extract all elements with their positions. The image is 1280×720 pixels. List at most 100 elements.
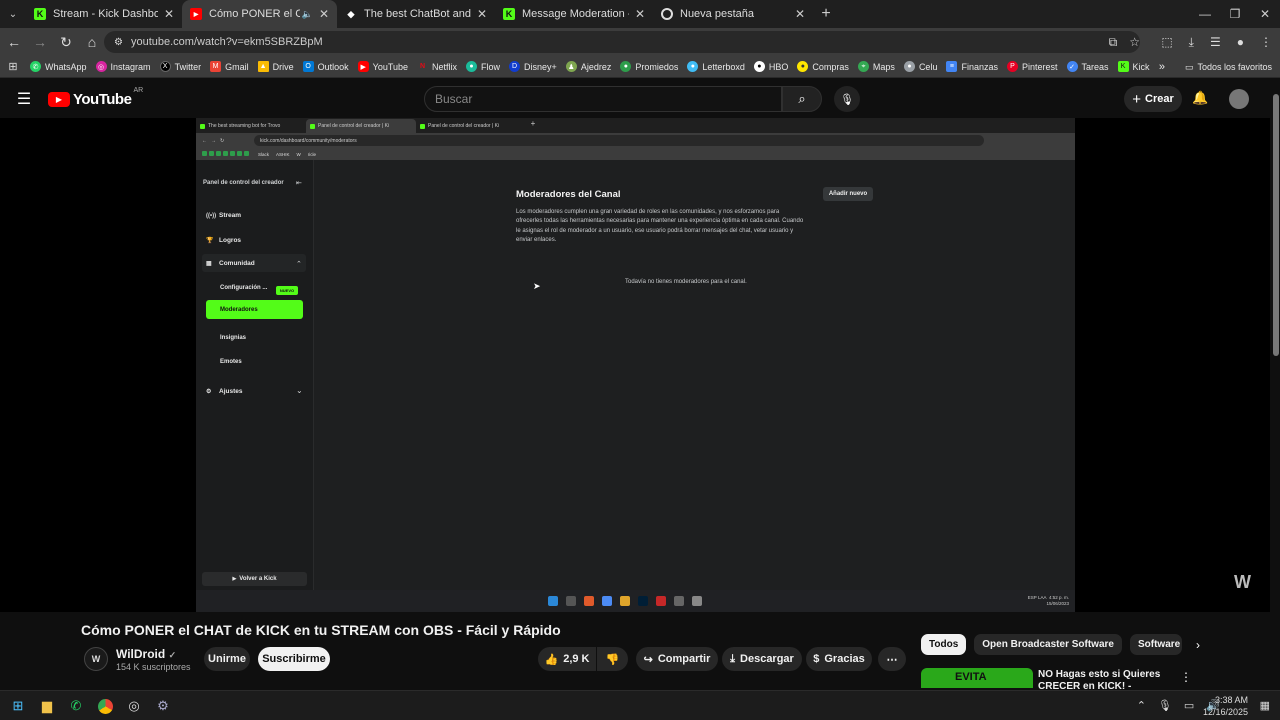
flow-icon: ● bbox=[466, 61, 478, 72]
dislike-button[interactable]: 👎 bbox=[597, 647, 628, 671]
thanks-button[interactable]: $ Gracias bbox=[806, 647, 872, 671]
close-icon[interactable]: ✕ bbox=[319, 7, 329, 21]
display-icon[interactable]: ▭ bbox=[1184, 699, 1194, 712]
install-icon[interactable]: ⧉ bbox=[1109, 35, 1118, 50]
microphone-icon[interactable]: 🎙 bbox=[1158, 699, 1172, 712]
more-vertical-icon[interactable]: ⋮ bbox=[1180, 670, 1192, 684]
home-icon[interactable]: ⌂ bbox=[80, 28, 104, 56]
bookmark-flow[interactable]: ● Flow bbox=[466, 61, 500, 72]
browser-tab[interactable]: ◆ The best ChatBot and Widgets ✕ bbox=[337, 0, 495, 28]
related-video-thumbnail[interactable]: EVITA bbox=[921, 668, 1033, 688]
settings-icon[interactable]: ⚙ bbox=[153, 696, 173, 716]
chip-software[interactable]: Software bbox=[1129, 634, 1182, 655]
chevron-right-icon[interactable]: › bbox=[1196, 638, 1200, 652]
new-tab-button[interactable]: + bbox=[813, 0, 839, 28]
forward-arrow-icon[interactable]: → bbox=[28, 28, 52, 56]
scrollbar-thumb[interactable] bbox=[1273, 94, 1279, 356]
windows-start-icon[interactable]: ⊞ bbox=[8, 696, 28, 716]
bookmark-pinterest[interactable]: P Pinterest bbox=[1006, 61, 1058, 72]
join-button[interactable]: Unirme bbox=[204, 647, 250, 671]
close-icon[interactable]: ✕ bbox=[635, 7, 645, 21]
all-bookmarks-folder[interactable]: Todos los favoritos bbox=[1197, 62, 1272, 72]
close-icon[interactable]: ✕ bbox=[477, 7, 487, 21]
page-scrollbar[interactable] bbox=[1272, 82, 1280, 690]
channel-name[interactable]: WilDroid ✓ bbox=[116, 647, 176, 661]
youtube-logo[interactable]: ▶ YouTube AR bbox=[48, 87, 143, 108]
bookmark-finanzas[interactable]: ≡ Finanzas bbox=[946, 61, 998, 72]
profile-icon[interactable]: ● bbox=[1237, 35, 1244, 49]
file-explorer-icon[interactable]: ▆ bbox=[37, 696, 57, 716]
star-icon[interactable]: ☆ bbox=[1129, 35, 1140, 49]
more-horizontal-icon: ⋯ bbox=[886, 653, 898, 666]
channel-watermark-logo[interactable]: W bbox=[1234, 572, 1251, 593]
related-video-title[interactable]: NO Hagas esto si Quieres CRECER en KICK!… bbox=[1038, 669, 1168, 689]
sidebar-item-logros: 🏆 Logros bbox=[206, 237, 241, 244]
reading-list-icon[interactable]: ☰ bbox=[1210, 35, 1221, 49]
notification-icon[interactable]: ▦ bbox=[1260, 699, 1270, 712]
obs-icon[interactable]: ◎ bbox=[124, 696, 144, 716]
bookmark-drive[interactable]: ▲ Drive bbox=[257, 61, 294, 72]
embedded-tab: The best streaming bot for Trovo bbox=[196, 119, 306, 133]
reload-icon[interactable]: ↻ bbox=[54, 28, 78, 56]
bookmark-compras[interactable]: ● Compras bbox=[797, 61, 849, 72]
bookmark-celu[interactable]: ● Celu bbox=[903, 61, 937, 72]
taskbar-clock[interactable]: 3:38 AM 12/16/2025 bbox=[1203, 694, 1248, 718]
apps-grid-icon[interactable]: ⊞ bbox=[0, 60, 26, 73]
bookmark-netflix[interactable]: N Netflix bbox=[417, 61, 457, 72]
back-arrow-icon[interactable]: ← bbox=[2, 28, 26, 56]
download-icon[interactable]: ⤓ bbox=[1189, 35, 1194, 50]
bookmark-gmail[interactable]: M Gmail bbox=[210, 61, 249, 72]
create-button[interactable]: + Crear bbox=[1124, 86, 1182, 112]
user-avatar[interactable] bbox=[1229, 89, 1249, 109]
bookmark-youtube[interactable]: ▶ YouTube bbox=[357, 61, 408, 72]
bookmark-instagram[interactable]: ◎ Instagram bbox=[95, 61, 151, 72]
bookmark-maps[interactable]: ⌖ Maps bbox=[857, 61, 895, 72]
chip-obs[interactable]: Open Broadcaster Software bbox=[974, 634, 1122, 655]
audio-icon[interactable]: 🔈 bbox=[302, 9, 313, 20]
browser-tab-active[interactable]: ▶ Cómo PONER el CHAT de K 🔈 ✕ bbox=[182, 0, 337, 28]
embedded-nav-icons: ←→↻ bbox=[202, 137, 229, 144]
subscribe-button[interactable]: Suscribirme bbox=[258, 647, 330, 671]
bookmarks-bar: ⊞ ✆ WhatsApp ◎ Instagram X Twitter M Gmail ▲… bbox=[0, 56, 1280, 78]
bookmark-kick[interactable]: K Kick bbox=[1117, 61, 1150, 72]
url-field[interactable]: ⚙ youtube.com/watch?v=ekm5SBRZBpM bbox=[104, 31, 1140, 53]
bookmark-letterboxd[interactable]: ● Letterboxd bbox=[687, 61, 745, 72]
browser-tab[interactable]: K Message Moderation - Kick Da ✕ bbox=[495, 0, 653, 28]
notifications-bell-icon[interactable]: 🔔 bbox=[1192, 90, 1208, 106]
menu-icon[interactable]: ⋮ bbox=[1260, 35, 1272, 49]
chevron-right-icon[interactable]: » bbox=[1159, 61, 1165, 73]
browser-tab[interactable]: K Stream - Kick Dashboard ✕ bbox=[26, 0, 182, 28]
download-button[interactable]: ⤓ Descargar bbox=[722, 647, 802, 671]
close-icon[interactable]: ✕ bbox=[164, 7, 174, 21]
super-thanks-icon: $ bbox=[813, 653, 820, 665]
restore-icon[interactable]: ❐ bbox=[1220, 0, 1250, 28]
like-button[interactable]: 👍 2,9 K bbox=[538, 647, 596, 671]
chip-todos[interactable]: Todos bbox=[921, 634, 967, 655]
chevron-up-icon[interactable]: ⌃ bbox=[1137, 699, 1146, 712]
site-info-icon[interactable]: ⚙ bbox=[114, 37, 123, 48]
search-button[interactable]: ⌕ bbox=[782, 86, 822, 112]
close-window-icon[interactable]: ✕ bbox=[1250, 0, 1280, 28]
bookmark-hbo[interactable]: ● HBO bbox=[753, 61, 788, 72]
close-icon[interactable]: ✕ bbox=[795, 7, 805, 21]
channel-avatar[interactable]: W bbox=[84, 647, 108, 671]
chrome-icon[interactable] bbox=[95, 696, 115, 716]
hamburger-menu-icon[interactable]: ☰ bbox=[0, 89, 48, 109]
bookmark-ajedrez[interactable]: ♟ Ajedrez bbox=[565, 61, 611, 72]
tab-search-icon[interactable]: ⌄ bbox=[0, 0, 26, 28]
share-button[interactable]: ↪ Compartir bbox=[636, 647, 718, 671]
bookmark-disney[interactable]: D Disney+ bbox=[509, 61, 557, 72]
bookmark-twitter[interactable]: X Twitter bbox=[159, 61, 201, 72]
more-actions-button[interactable]: ⋯ bbox=[878, 647, 906, 671]
search-input[interactable]: Buscar bbox=[424, 86, 782, 112]
voice-search-button[interactable]: 🎙 bbox=[834, 86, 860, 112]
extensions-icon[interactable]: ⬚ bbox=[1161, 35, 1172, 49]
sidebar-subitem-configuracion: Configuración ... bbox=[220, 285, 268, 291]
bookmark-whatsapp[interactable]: ✆ WhatsApp bbox=[30, 61, 87, 72]
minimize-icon[interactable]: — bbox=[1190, 0, 1220, 28]
whatsapp-icon[interactable]: ✆ bbox=[66, 696, 86, 716]
bookmark-outlook[interactable]: O Outlook bbox=[302, 61, 349, 72]
bookmark-tareas[interactable]: ✓ Tareas bbox=[1066, 61, 1109, 72]
bookmark-promiedos[interactable]: ● Promiedos bbox=[620, 61, 678, 72]
browser-tab[interactable]: Nueva pestaña ✕ bbox=[653, 0, 813, 28]
